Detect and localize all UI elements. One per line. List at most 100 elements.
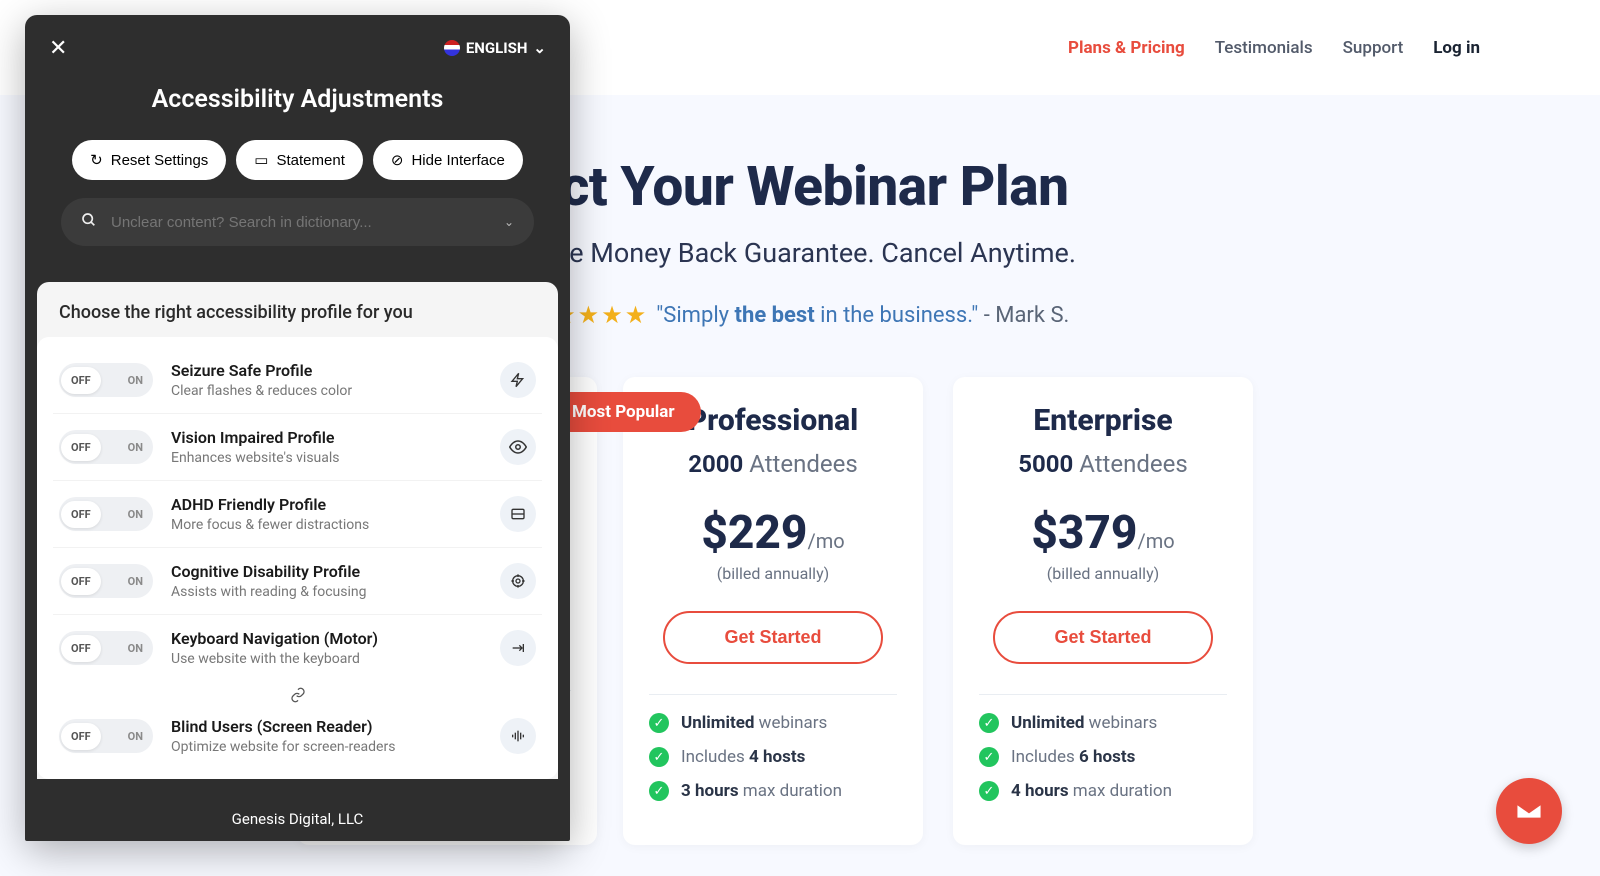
- plan-feature: ✓Includes 6 hosts: [979, 747, 1227, 767]
- plan-price: $379/mo: [979, 506, 1227, 560]
- check-icon: ✓: [979, 781, 999, 801]
- plan-card-professional: Professional 2000 Attendees $229/mo (bil…: [623, 377, 923, 845]
- profile-seizure-safe: OFF ON Seizure Safe Profile Clear flashe…: [53, 347, 542, 413]
- plan-feature: ✓3 hours max duration: [649, 781, 897, 801]
- plan-billed: (billed annually): [979, 564, 1227, 583]
- check-icon: ✓: [979, 713, 999, 733]
- nav-testimonials[interactable]: Testimonials: [1215, 38, 1313, 58]
- toggle-off-label: OFF: [61, 501, 101, 528]
- get-started-button[interactable]: Get Started: [993, 611, 1213, 664]
- plan-feature: ✓Unlimited webinars: [979, 713, 1227, 733]
- profile-toggle[interactable]: OFF ON: [59, 497, 153, 531]
- quote-text-post: in the business.": [815, 303, 979, 328]
- profiles-heading: Choose the right accessibility profile f…: [37, 282, 558, 337]
- mail-fab[interactable]: [1496, 778, 1562, 844]
- profile-desc: Enhances website's visuals: [171, 450, 482, 466]
- plan-feature: ✓Includes 4 hosts: [649, 747, 897, 767]
- profile-name: Cognitive Disability Profile: [171, 562, 482, 581]
- profile-toggle[interactable]: OFF ON: [59, 564, 153, 598]
- profile-toggle[interactable]: OFF ON: [59, 363, 153, 397]
- star-icon: ★: [625, 301, 647, 329]
- toggle-off-label: OFF: [61, 434, 101, 461]
- profile-desc: Clear flashes & reduces color: [171, 383, 482, 399]
- profile-desc: Use website with the keyboard: [171, 651, 482, 667]
- profile-toggle[interactable]: OFF ON: [59, 430, 153, 464]
- profile-desc: Optimize website for screen-readers: [171, 739, 482, 755]
- chevron-down-icon: ⌄: [533, 39, 546, 57]
- nav-login[interactable]: Log in: [1433, 38, 1480, 58]
- toggle-off-label: OFF: [61, 635, 101, 662]
- eye-icon: [500, 429, 536, 465]
- plan-name: Enterprise: [979, 403, 1227, 438]
- star-icon: ★: [578, 301, 600, 329]
- plan-feature: ✓Unlimited webinars: [649, 713, 897, 733]
- search-icon: [81, 212, 97, 232]
- profile-name: ADHD Friendly Profile: [171, 495, 482, 514]
- toggle-off-label: OFF: [61, 568, 101, 595]
- toggle-off-label: OFF: [61, 723, 101, 750]
- toggle-on-label: ON: [120, 508, 151, 521]
- close-icon: ✕: [49, 35, 67, 60]
- profile-desc: More focus & fewer distractions: [171, 517, 482, 533]
- link-icon: [53, 681, 542, 703]
- profile-blind-users: OFF ON Blind Users (Screen Reader) Optim…: [53, 703, 542, 769]
- check-icon: ✓: [649, 713, 669, 733]
- panel-title: Accessibility Adjustments: [49, 85, 546, 114]
- frame-icon: [500, 496, 536, 532]
- most-popular-badge: Most Popular: [550, 392, 701, 432]
- profile-cognitive-disability: OFF ON Cognitive Disability Profile Assi…: [53, 547, 542, 614]
- reset-settings-button[interactable]: ↻ Reset Settings: [72, 140, 226, 180]
- check-icon: ✓: [979, 747, 999, 767]
- toggle-on-label: ON: [120, 374, 151, 387]
- profile-keyboard-navigation: OFF ON Keyboard Navigation (Motor) Use w…: [53, 614, 542, 681]
- plan-billed: (billed annually): [649, 564, 897, 583]
- plan-attendees: 2000 Attendees: [649, 450, 897, 478]
- profile-name: Blind Users (Screen Reader): [171, 717, 482, 736]
- nav-plans-pricing[interactable]: Plans & Pricing: [1068, 38, 1185, 58]
- profiles-section: Choose the right accessibility profile f…: [37, 282, 558, 779]
- bolt-icon: [500, 362, 536, 398]
- quote-text-bold: the best: [735, 303, 815, 328]
- toggle-on-label: ON: [120, 441, 151, 454]
- panel-footer: Genesis Digital, LLC: [25, 797, 570, 841]
- quote-text-pre: "Simply: [656, 303, 734, 328]
- eye-slash-icon: ⊘: [391, 151, 404, 169]
- tab-icon: [500, 630, 536, 666]
- get-started-button[interactable]: Get Started: [663, 611, 883, 664]
- statement-button[interactable]: ▭ Statement: [236, 140, 363, 180]
- accessibility-panel: ✕ ENGLISH ⌄ Accessibility Adjustments ↻ …: [25, 15, 570, 841]
- language-label: ENGLISH: [466, 39, 528, 57]
- us-flag-icon: [444, 40, 460, 56]
- toggle-off-label: OFF: [61, 367, 101, 394]
- profile-desc: Assists with reading & focusing: [171, 584, 482, 600]
- plan-card-enterprise: Enterprise 5000 Attendees $379/mo (bille…: [953, 377, 1253, 845]
- profile-toggle[interactable]: OFF ON: [59, 631, 153, 665]
- profile-toggle[interactable]: OFF ON: [59, 719, 153, 753]
- profile-name: Seizure Safe Profile: [171, 361, 482, 380]
- dictionary-search[interactable]: ⌄: [61, 198, 534, 246]
- toggle-on-label: ON: [120, 642, 151, 655]
- refresh-icon: ↻: [90, 151, 103, 169]
- top-nav: Plans & Pricing Testimonials Support Log…: [1068, 0, 1600, 95]
- profile-adhd-friendly: OFF ON ADHD Friendly Profile More focus …: [53, 480, 542, 547]
- star-icon: ★: [601, 301, 623, 329]
- close-button[interactable]: ✕: [49, 35, 67, 61]
- plan-price: $229/mo: [649, 506, 897, 560]
- nav-support[interactable]: Support: [1343, 38, 1404, 58]
- search-input[interactable]: [111, 214, 490, 231]
- toggle-on-label: ON: [120, 575, 151, 588]
- sound-icon: [500, 718, 536, 754]
- chevron-down-icon: ⌄: [504, 215, 514, 229]
- profile-name: Vision Impaired Profile: [171, 428, 482, 447]
- check-icon: ✓: [649, 781, 669, 801]
- profile-vision-impaired: OFF ON Vision Impaired Profile Enhances …: [53, 413, 542, 480]
- hide-interface-button[interactable]: ⊘ Hide Interface: [373, 140, 523, 180]
- target-icon: [500, 563, 536, 599]
- check-icon: ✓: [649, 747, 669, 767]
- chat-icon: ▭: [254, 151, 268, 169]
- plan-feature: ✓4 hours max duration: [979, 781, 1227, 801]
- toggle-on-label: ON: [120, 730, 151, 743]
- mail-icon: [1514, 796, 1544, 826]
- language-selector[interactable]: ENGLISH ⌄: [444, 39, 546, 57]
- profile-name: Keyboard Navigation (Motor): [171, 629, 482, 648]
